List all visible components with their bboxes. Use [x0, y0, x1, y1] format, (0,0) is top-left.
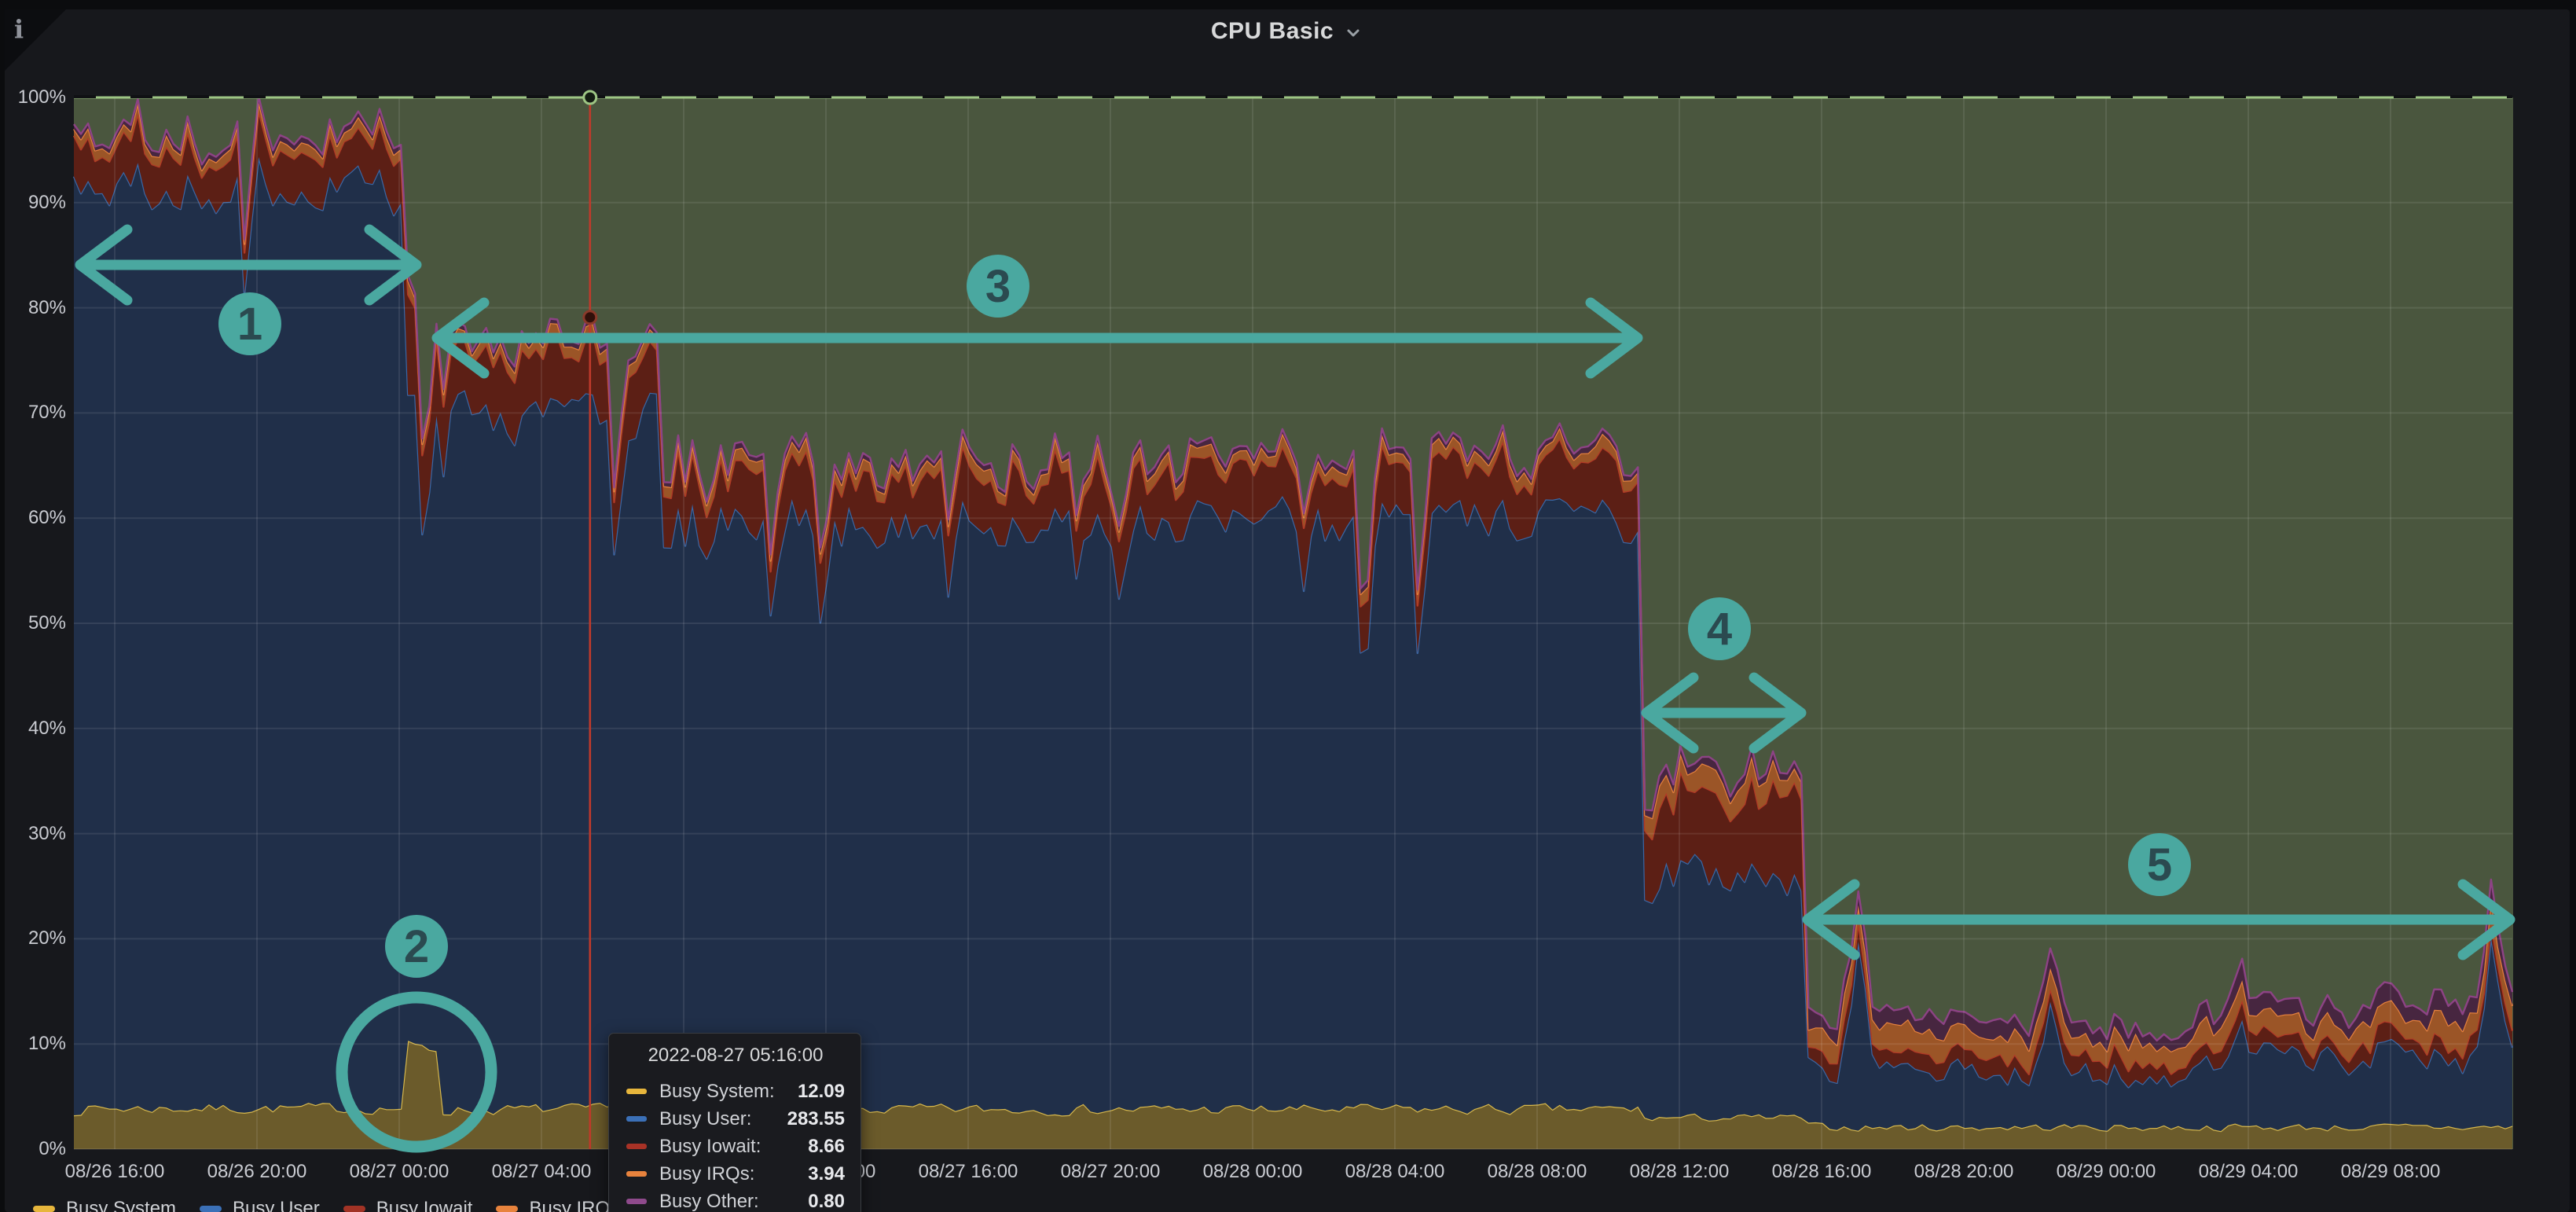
x-axis-label: 08/29 04:00 — [2199, 1160, 2299, 1184]
tooltip-series-dash-icon — [626, 1116, 647, 1122]
legend-item[interactable]: Busy User — [200, 1198, 320, 1212]
tooltip-series-label: Busy Other: — [659, 1191, 759, 1212]
y-axis-label: 20% — [5, 927, 66, 950]
legend: Busy System Busy User Busy Iowait Busy IRQs — [33, 1198, 619, 1212]
x-axis-label: 08/27 04:00 — [492, 1160, 592, 1184]
x-axis-label: 08/28 20:00 — [1914, 1160, 2014, 1184]
tooltip-series-dash-icon — [626, 1171, 647, 1177]
tooltip-timestamp: 2022-08-27 05:16:00 — [626, 1045, 845, 1067]
y-axis-label: 80% — [5, 296, 66, 320]
legend-item[interactable]: Busy System — [33, 1198, 176, 1212]
legend-series-dash-icon — [496, 1206, 518, 1212]
x-axis-label: 08/26 16:00 — [65, 1160, 165, 1184]
y-axis-label: 0% — [5, 1137, 66, 1161]
legend-series-label: Busy Iowait — [376, 1198, 473, 1212]
x-axis-label: 08/29 08:00 — [2341, 1160, 2441, 1184]
x-axis-label: 08/29 00:00 — [2057, 1160, 2156, 1184]
tooltip-series-label: Busy Iowait: — [659, 1136, 761, 1158]
annotation-badge-number: 5 — [2147, 839, 2172, 891]
tooltip-row: Busy User: 283.55 — [626, 1105, 845, 1133]
tooltip-series-dash-icon — [626, 1144, 647, 1149]
x-axis-label: 08/27 16:00 — [919, 1160, 1018, 1184]
y-axis-label: 90% — [5, 191, 66, 215]
x-axis-label: 08/27 20:00 — [1061, 1160, 1161, 1184]
y-axis-label: 10% — [5, 1032, 66, 1056]
tooltip-row: Busy Other: 0.80 — [626, 1188, 845, 1212]
legend-item[interactable]: Busy Iowait — [343, 1198, 473, 1212]
tooltip-row: Busy IRQs: 3.94 — [626, 1160, 845, 1188]
tooltip-rows: Busy System: 12.09 Busy User: 283.55 Busy Io… — [626, 1078, 845, 1212]
hover-marker-busy — [584, 311, 596, 324]
tooltip-series-value: 283.55 — [787, 1108, 845, 1130]
x-axis-label: 08/27 00:00 — [350, 1160, 450, 1184]
y-axis-label: 60% — [5, 506, 66, 530]
legend-series-dash-icon — [343, 1206, 365, 1212]
y-axis-label: 30% — [5, 822, 66, 846]
annotation-badge-number: 4 — [1707, 604, 1732, 655]
annotation-badge-number: 2 — [404, 921, 429, 972]
annotation-badge-number: 3 — [985, 261, 1011, 312]
tooltip-series-value: 8.66 — [808, 1136, 845, 1158]
legend-item[interactable]: Busy IRQs — [496, 1198, 619, 1212]
legend-series-label: Busy System — [66, 1198, 176, 1212]
y-axis-label: 40% — [5, 717, 66, 740]
grafana-page: i CPU Basic 12345 100%90%80%70%60%50%40%… — [0, 0, 2576, 1212]
x-axis-label: 08/28 12:00 — [1630, 1160, 1730, 1184]
annotation-badge-number: 1 — [237, 299, 262, 350]
tooltip-series-label: Busy User: — [659, 1108, 751, 1130]
legend-series-label: Busy IRQs — [529, 1198, 619, 1212]
hover-marker-idle — [584, 91, 596, 104]
tooltip-series-dash-icon — [626, 1089, 647, 1094]
x-axis-label: 08/28 04:00 — [1345, 1160, 1445, 1184]
chart-tooltip: 2022-08-27 05:16:00 Busy System:12.09Bus… — [608, 1033, 861, 1212]
x-axis-label: 08/28 00:00 — [1203, 1160, 1303, 1184]
legend-series-dash-icon — [200, 1206, 222, 1212]
y-axis-label: 100% — [5, 86, 66, 109]
y-axis-label: 70% — [5, 401, 66, 424]
legend-series-label: Busy User — [233, 1198, 320, 1212]
tooltip-series-value: 0.80 — [808, 1191, 845, 1212]
tooltip-row: Busy Iowait: 8.66 — [626, 1133, 845, 1160]
legend-series-dash-icon — [33, 1206, 55, 1212]
x-axis-label: 08/28 08:00 — [1488, 1160, 1587, 1184]
tooltip-series-label: Busy System: — [659, 1081, 775, 1103]
tooltip-series-value: 3.94 — [808, 1163, 845, 1185]
cpu-usage-chart[interactable]: 1 2 3 4 5 — [5, 9, 2576, 1212]
tooltip-row: Busy System: 12.09 — [626, 1078, 845, 1105]
y-axis-label: 50% — [5, 612, 66, 635]
tooltip-series-value: 12.09 — [798, 1081, 845, 1103]
x-axis-label: 08/28 16:00 — [1772, 1160, 1872, 1184]
x-axis-label: 08/26 20:00 — [207, 1160, 307, 1184]
tooltip-series-dash-icon — [626, 1199, 647, 1204]
tooltip-series-label: Busy IRQs: — [659, 1163, 754, 1185]
cpu-basic-panel: i CPU Basic 12345 100%90%80%70%60%50%40%… — [5, 9, 2570, 1212]
